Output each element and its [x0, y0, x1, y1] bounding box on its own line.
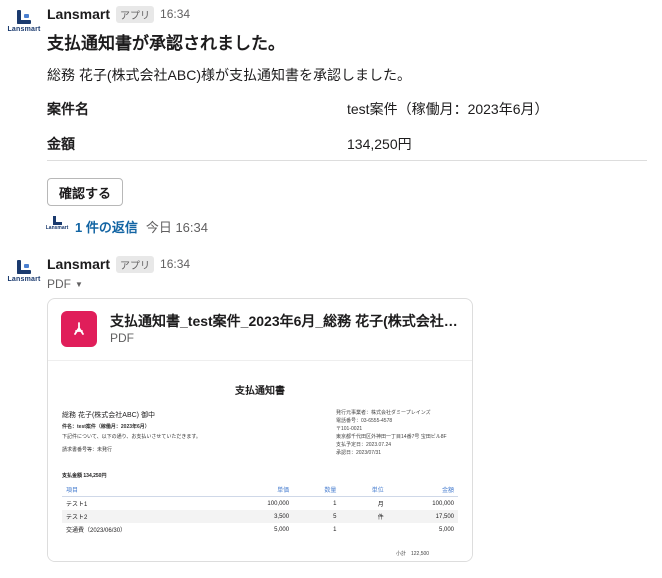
message-time[interactable]: 16:34: [160, 7, 190, 21]
file-collapse-toggle[interactable]: PDF ▼: [47, 277, 83, 291]
table-cell: 1: [333, 526, 337, 533]
message-title: 支払通知書が承認されました。: [47, 34, 285, 53]
avatar-brand-text: Lansmart: [7, 276, 41, 283]
app-badge: アプリ: [116, 255, 155, 273]
caret-down-icon: ▼: [75, 279, 83, 289]
table-cell: 17,500: [387, 510, 458, 523]
reply-time: 今日 16:34: [145, 219, 208, 235]
reply-avatar-brand-text: Lansmart: [45, 225, 69, 231]
issuer-line: 東京都千代田区外神田一丁目14番7号 宝田ビル8F: [336, 434, 447, 440]
app-badge: アプリ: [116, 5, 155, 23]
field-value-project: test案件（稼働月：2023年6月）: [347, 101, 549, 117]
issuer-line: 承認日：2023/07/31: [336, 450, 382, 456]
document-preview: 支払通知書 総務 花子(株式会社ABC) 御中 件名：test案件（稼働月：20…: [60, 361, 460, 561]
table-header-cell: 単位: [340, 483, 388, 497]
avatar[interactable]: Lansmart: [6, 8, 42, 44]
reply-count-link[interactable]: 1 件の返信: [75, 217, 138, 236]
lansmart-logo-icon: [17, 10, 31, 24]
issuer-line: 発行元事業者：株式会社ダミープレインズ: [336, 410, 431, 416]
thread-summary[interactable]: Lansmart 1 件の返信 今日 16:34: [45, 216, 208, 236]
document-total: 支払金額 134,250円: [62, 473, 107, 479]
confirm-button[interactable]: 確認する: [47, 178, 124, 206]
document-subtotal: 小計 122,500: [396, 551, 430, 557]
document-title: 支払通知書: [235, 386, 285, 397]
table-cell: 100,000: [267, 500, 290, 507]
document-intro-line: 下記件について、以下の通り、お支払いさせていただきます。: [62, 434, 201, 440]
table-cell: 3,500: [222, 510, 294, 523]
avatar-brand-text: Lansmart: [7, 26, 41, 33]
file-type: PDF: [110, 331, 134, 345]
table-cell: 5: [293, 510, 341, 523]
divider: [47, 160, 647, 161]
table-cell: 5,000: [274, 526, 290, 533]
field-label-project: 案件名: [47, 101, 89, 117]
table-header-row: 項目 単価 数量 単位 金額: [62, 483, 458, 497]
message-header: Lansmart アプリ 16:34: [47, 254, 190, 274]
issuer-line: 〒101-0021: [336, 426, 363, 432]
table-header-cell: 数量: [293, 483, 341, 497]
table-header-cell: 単価: [222, 483, 294, 497]
issuer-line: 支払予定日：2023.07.24: [336, 442, 392, 448]
message-time[interactable]: 16:34: [160, 257, 190, 271]
avatar[interactable]: Lansmart: [6, 258, 42, 294]
field-value-amount: 134,250円: [347, 136, 412, 152]
file-header[interactable]: 支払通知書_test案件_2023年6月_総務 花子(株式会社ABC) PDF: [48, 299, 472, 359]
table-header-cell: 金額: [387, 483, 458, 497]
table-cell: [340, 523, 387, 536]
lansmart-logo-icon: [17, 260, 31, 274]
issuer-line: 電話番号：03-6555-4578: [336, 418, 393, 424]
document-project-line: 件名：test案件（稼働月：2023年6月）: [62, 424, 150, 430]
table-row: テスト2 3,500 5 件 17,500: [62, 510, 458, 523]
file-name[interactable]: 支払通知書_test案件_2023年6月_総務 花子(株式会社ABC): [110, 311, 460, 331]
file-preview[interactable]: 支払通知書 総務 花子(株式会社ABC) 御中 件名：test案件（稼働月：20…: [48, 360, 472, 561]
document-note-line: 請求書番号等：未発行: [62, 447, 113, 453]
table-cell: 100,000: [432, 500, 454, 507]
lansmart-logo-icon: [52, 216, 62, 225]
message-header: Lansmart アプリ 16:34: [47, 4, 190, 24]
pdf-icon: [61, 311, 97, 347]
table-header-cell: 項目: [62, 483, 223, 497]
table-row: 交通費（2023/06/30） 5,000 1 5,000: [62, 523, 458, 536]
table-cell: テスト1: [66, 502, 88, 508]
field-label-amount: 金額: [47, 136, 75, 152]
sender-name[interactable]: Lansmart: [47, 6, 110, 22]
table-cell: 1: [333, 500, 337, 507]
table-cell: 交通費（2023/06/30）: [66, 528, 127, 534]
table-row: テスト1 100,000 1 月 100,000: [62, 497, 458, 511]
file-attachment[interactable]: 支払通知書_test案件_2023年6月_総務 花子(株式会社ABC) PDF …: [47, 298, 473, 562]
sender-name[interactable]: Lansmart: [47, 256, 110, 272]
table-cell: 件: [340, 510, 388, 523]
document-table: 項目 単価 数量 単位 金額 テスト1 100,000 1 月 100,000 …: [62, 483, 458, 536]
table-cell: 月: [377, 502, 384, 508]
table-cell: 5,000: [438, 526, 454, 533]
table-cell: テスト2: [62, 510, 223, 523]
file-toggle-label: PDF: [47, 277, 71, 291]
document-recipient: 総務 花子(株式会社ABC) 御中: [62, 412, 155, 419]
reply-avatar: Lansmart: [45, 216, 69, 236]
message-description: 総務 花子(株式会社ABC)様が支払通知書を承認しました。: [47, 67, 411, 83]
